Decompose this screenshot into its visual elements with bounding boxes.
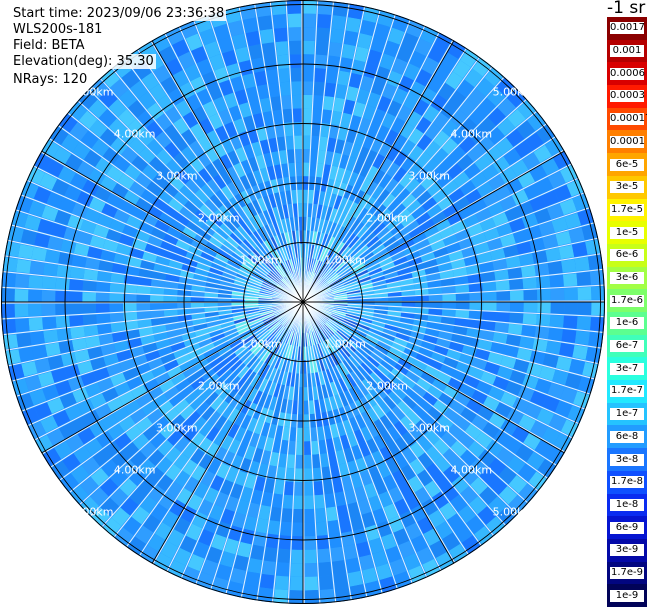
colorbar-label: 6e-8: [610, 430, 644, 443]
range-label: 3.00km: [408, 169, 450, 183]
field-label: Field: BETA: [11, 38, 87, 53]
colorbar-label: 0.0001: [610, 135, 645, 148]
range-label: 2.00km: [366, 211, 408, 225]
range-label: 5.00km: [71, 505, 114, 519]
range-label: 1.00km: [324, 253, 366, 267]
range-label: 1.00km: [324, 337, 366, 351]
range-label: 4.00km: [450, 463, 493, 477]
colorbar-label: 1e-7: [610, 408, 644, 421]
elevation-label: Elevation(deg): 35.30: [11, 54, 156, 69]
range-label: 4.00km: [113, 127, 156, 141]
range-label: 1.00km: [240, 337, 282, 351]
range-label: 1.00km: [240, 253, 282, 267]
colorbar-label: 0.001: [610, 45, 644, 58]
colorbar-label: 3e-6: [610, 271, 644, 284]
colorbar-label: 0.0003: [610, 90, 645, 103]
colorbar-label: 1e-9: [610, 589, 644, 602]
range-label: 5.00km: [492, 505, 535, 519]
colorbar-label: 1.7e-8: [610, 476, 644, 489]
range-label: 4.00km: [450, 127, 493, 141]
range-label: 3.00km: [155, 421, 198, 435]
colorbar-label: 0.0017: [610, 22, 645, 35]
colorbar-label: 1e-6: [610, 317, 644, 330]
instrument-label: WLS200s-181: [11, 22, 105, 37]
start-time-label: Start time: 2023/09/06 23:36:38: [11, 6, 227, 21]
range-label: 4.00km: [113, 463, 156, 477]
range-label: 2.00km: [366, 379, 408, 393]
colorbar-label: 3e-8: [610, 453, 644, 466]
colorbar-label: 1.7e-9: [610, 566, 644, 579]
colorbar: [607, 17, 647, 607]
range-label: 3.00km: [155, 169, 198, 183]
colorbar-label: 1e-5: [610, 226, 644, 239]
colorbar-label: 1.7e-5: [610, 203, 644, 216]
range-label: 5.00km: [492, 85, 535, 99]
colorbar-label: 3e-9: [610, 544, 644, 557]
colorbar-label: 6e-7: [610, 340, 644, 353]
colorbar-label: 0.00017: [610, 113, 647, 126]
colorbar-label: 6e-5: [610, 158, 644, 171]
range-label: 5.00km: [71, 85, 114, 99]
colorbar-label: 3e-5: [610, 181, 644, 194]
range-label: 2.00km: [198, 379, 240, 393]
colorbar-title: -1 sr: [607, 0, 646, 18]
colorbar-label: 1e-8: [610, 498, 644, 511]
range-label: 3.00km: [408, 421, 450, 435]
colorbar-label: 1.7e-7: [610, 385, 644, 398]
colorbar-label: 6e-6: [610, 249, 644, 262]
colorbar-label: 0.0006: [610, 67, 645, 80]
colorbar-label: 1.7e-6: [610, 294, 644, 307]
colorbar-label: 3e-7: [610, 362, 644, 375]
colorbar-label: 6e-9: [610, 521, 644, 534]
range-label: 2.00km: [198, 211, 240, 225]
